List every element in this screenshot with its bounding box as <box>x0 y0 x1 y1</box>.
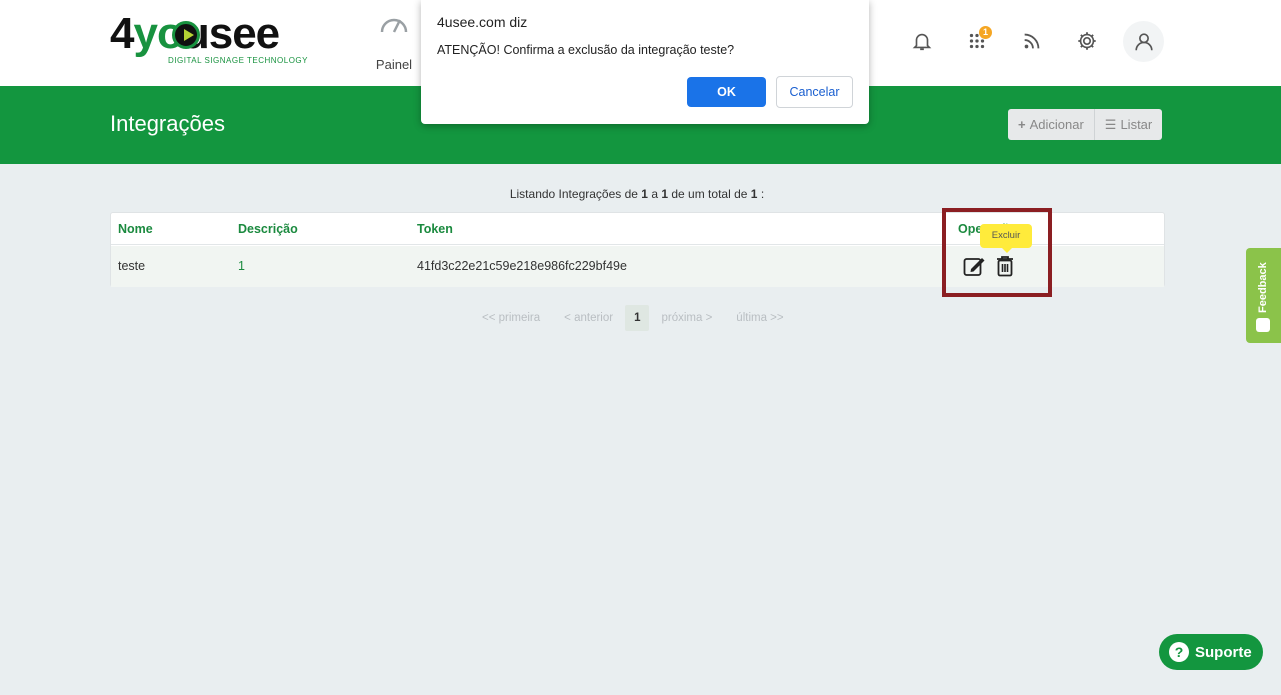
logo[interactable]: 4yousee DIGITAL SIGNAGE TECHNOLOGY <box>110 12 310 68</box>
gauge-icon <box>380 18 408 33</box>
notification-badge: 1 <box>979 26 992 39</box>
listing-summary: Listando Integrações de 1 a 1 de um tota… <box>509 187 765 201</box>
pagination: << primeira < anterior 1 próxima > últim… <box>470 305 796 331</box>
feedback-label: Feedback <box>1257 262 1269 314</box>
suporte-button[interactable]: ? Suporte <box>1159 634 1263 670</box>
user-avatar[interactable] <box>1123 21 1164 62</box>
suporte-label: Suporte <box>1195 643 1252 661</box>
smiley-icon <box>1256 318 1270 332</box>
user-icon <box>1134 32 1153 50</box>
gear-icon[interactable] <box>1072 26 1102 56</box>
pager-first[interactable]: << primeira <box>470 312 552 324</box>
rss-icon[interactable] <box>1017 26 1047 56</box>
col-token[interactable]: Token <box>417 222 453 236</box>
cell-nome: teste <box>118 259 146 273</box>
header-actions: + Adicionar ☰ Listar <box>1008 109 1163 140</box>
cancel-button[interactable]: Cancelar <box>776 76 853 108</box>
plus-icon: + <box>1018 117 1026 132</box>
pager-next[interactable]: próxima > <box>649 312 724 324</box>
pager-last[interactable]: última >> <box>724 312 795 324</box>
ok-button[interactable]: OK <box>687 77 766 107</box>
pager-prev[interactable]: < anterior <box>552 312 625 324</box>
add-button-label: Adicionar <box>1029 117 1084 132</box>
nav-painel-label: Painel <box>375 57 413 72</box>
play-icon <box>172 21 200 49</box>
list-button-label: Listar <box>1120 117 1153 132</box>
apps-grid-icon[interactable]: 1 <box>962 26 992 56</box>
col-nome[interactable]: Nome <box>118 222 153 236</box>
dialog-title: 4usee.com diz <box>437 14 528 30</box>
pager-current[interactable]: 1 <box>625 305 650 331</box>
add-button[interactable]: + Adicionar <box>1008 109 1094 140</box>
highlight-actions <box>942 208 1052 297</box>
confirm-dialog: 4usee.com diz ATENÇÃO! Confirma a exclus… <box>421 0 869 124</box>
logo-tagline: DIGITAL SIGNAGE TECHNOLOGY <box>168 56 308 65</box>
nav-painel[interactable]: Painel <box>372 14 416 72</box>
cell-token: 41fd3c22e21c59e218e986fc229bf49e <box>417 259 627 273</box>
list-icon: ☰ <box>1104 117 1117 132</box>
bell-icon[interactable] <box>907 26 937 56</box>
col-descricao[interactable]: Descrição <box>238 222 298 236</box>
page-title: Integrações <box>110 111 225 136</box>
list-button[interactable]: ☰ Listar <box>1093 109 1163 140</box>
cell-descricao: 1 <box>238 259 245 273</box>
help-icon: ? <box>1169 642 1189 662</box>
feedback-tab[interactable]: Feedback <box>1246 248 1281 343</box>
dialog-message: ATENÇÃO! Confirma a exclusão da integraç… <box>437 43 735 57</box>
